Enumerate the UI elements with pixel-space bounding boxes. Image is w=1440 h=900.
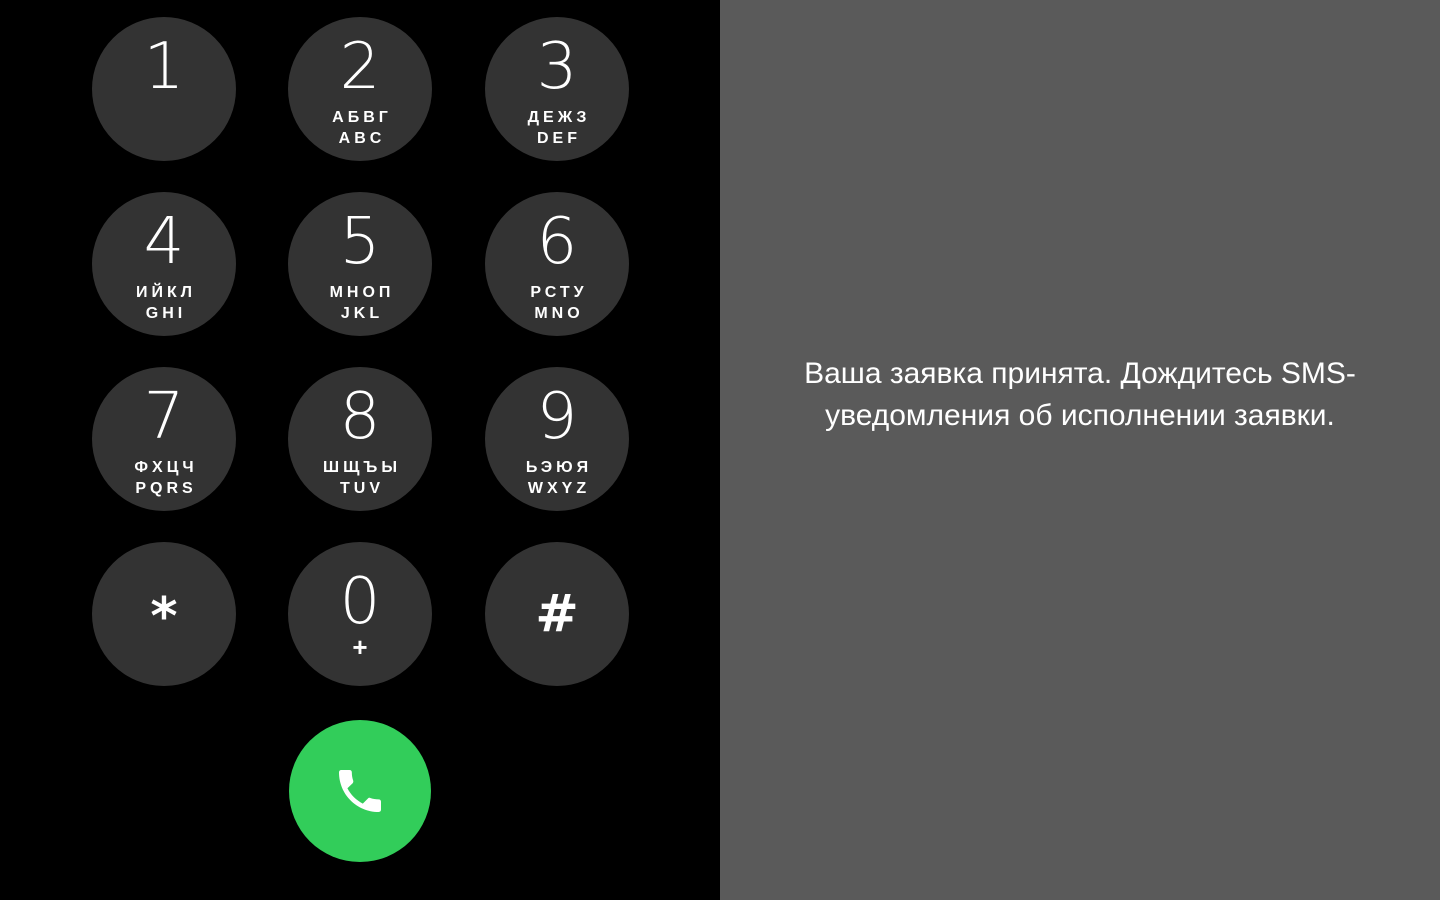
key-digit: 8 [339,380,381,454]
key-plus-label: + [352,632,368,662]
key-digit: 7 [143,380,185,454]
key-letters-ru: ЬЭЮЯ [525,459,593,476]
key-digit: 3 [536,30,578,104]
key-digit: 6 [536,205,578,279]
key-digit: 9 [536,380,578,454]
key-letters-en: PQRS [135,480,197,497]
phone-icon [339,770,381,812]
key-letters-ru: РСТУ [530,284,588,301]
key-digit: 1 [143,30,185,104]
key-letters-ru: ШЩЪЫ [323,459,401,476]
key-letters-en: GHI [145,305,187,322]
screen: 1 2 АБВГ ABC 3 ДЕЖЗ DEF 4 ИЙКЛ GHI 5 МНО… [0,0,1440,900]
key-8[interactable]: 8 ШЩЪЫ TUV [288,367,432,511]
key-1[interactable]: 1 [92,17,236,161]
key-digit: 2 [339,30,381,104]
key-letters-ru: ФХЦЧ [134,459,198,476]
key-letters-ru: ДЕЖЗ [527,109,591,126]
key-2[interactable]: 2 АБВГ ABC [288,17,432,161]
message-panel [720,0,1440,900]
key-0[interactable]: 0 + [288,542,432,686]
key-digit: 0 [339,565,381,639]
key-hash[interactable]: # [485,542,629,686]
key-digit: * [150,587,178,647]
key-4[interactable]: 4 ИЙКЛ GHI [92,192,236,336]
key-letters-en: DEF [537,130,581,147]
message-line-1: Ваша заявка принята. Дождитесь SMS- [804,357,1356,390]
key-3[interactable]: 3 ДЕЖЗ DEF [485,17,629,161]
key-9[interactable]: 9 ЬЭЮЯ WXYZ [485,367,629,511]
key-digit: # [535,584,579,644]
key-letters-en: WXYZ [527,480,591,497]
key-letters-en: ABC [338,130,386,147]
key-7[interactable]: 7 ФХЦЧ PQRS [92,367,236,511]
key-letters-ru: ИЙКЛ [136,284,196,301]
key-5[interactable]: 5 МНОП JKL [288,192,432,336]
key-letters-en: TUV [340,480,384,497]
key-star[interactable]: * [92,542,236,686]
key-letters-en: JKL [340,305,384,322]
call-button[interactable] [289,720,431,862]
key-digit: 4 [143,205,185,279]
key-letters-ru: АБВГ [332,109,392,126]
key-digit: 5 [339,205,381,279]
key-6[interactable]: 6 РСТУ MNO [485,192,629,336]
message-line-2: уведомления об исполнении заявки. [825,399,1335,432]
key-letters-en: MNO [534,305,584,322]
dialer-keypad: 1 2 АБВГ ABC 3 ДЕЖЗ DEF 4 ИЙКЛ GHI 5 МНО… [0,0,720,900]
key-letters-ru: МНОП [329,284,395,301]
confirmation-message: Ваша заявка принята. Дождитесь SMS- увед… [740,353,1420,437]
